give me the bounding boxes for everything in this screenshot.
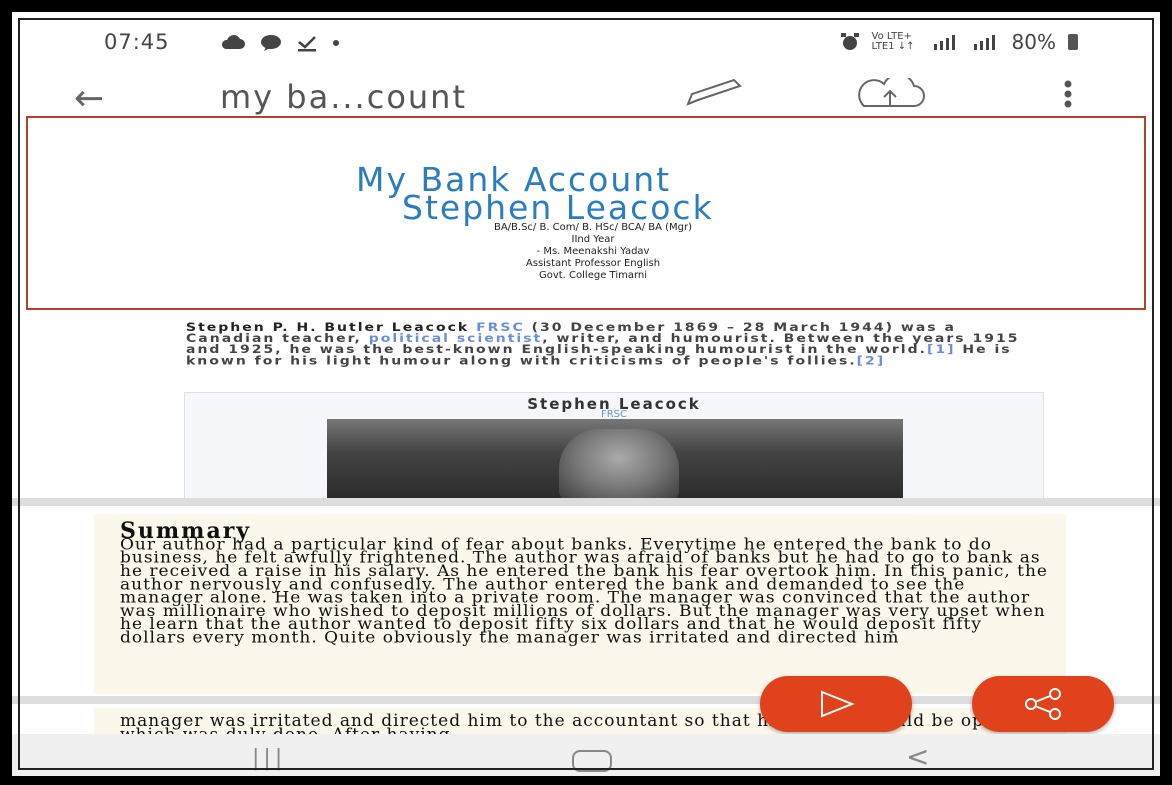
slide-summary[interactable]: Summary Our author had a particular kind… — [94, 514, 1066, 694]
bio-ref-1[interactable]: [1] — [927, 344, 956, 357]
signal-icon — [933, 35, 955, 50]
subtitle-line: BA/B.Sc/ B. Com/ B. HSc/ BCA/ BA (Mgr) — [493, 222, 693, 233]
nav-back-icon[interactable]: < — [906, 740, 929, 773]
edit-pencil-icon[interactable] — [680, 78, 750, 108]
document-title: my ba...count — [220, 78, 467, 116]
battery-percent: 80% — [1011, 30, 1056, 54]
notification-icons — [220, 34, 340, 52]
subtitle-line: Govt. College Timarni — [538, 270, 648, 281]
back-arrow-icon[interactable]: ← — [74, 78, 104, 119]
slide-divider — [12, 498, 1160, 506]
phone-screen: 07:45 Vo LTE+ LTE1 ↓↑ 80% ← my ba...coun… — [10, 10, 1162, 778]
recent-apps-icon[interactable]: ||| — [252, 746, 286, 771]
cloud-upload-icon[interactable] — [850, 78, 930, 110]
more-vert-icon[interactable] — [1062, 78, 1074, 110]
dot-icon — [333, 40, 339, 46]
slide-subtitle: BA/B.Sc/ B. Com/ B. HSc/ BCA/ BA (Mgr) I… — [418, 222, 768, 282]
slide-biography[interactable]: Stephen P. H. Butler Leacock FRSC (30 De… — [26, 312, 1160, 502]
biography-text: Stephen P. H. Butler Leacock FRSC (30 De… — [186, 322, 1046, 367]
alarm-icon — [840, 33, 859, 50]
subtitle-line: Assistant Professor English — [525, 258, 661, 269]
status-bar: 07:45 Vo LTE+ LTE1 ↓↑ 80% — [12, 28, 1160, 64]
bio-ref-2[interactable]: [2] — [857, 355, 886, 368]
subtitle-line: - Ms. Meenakshi Yadav — [536, 246, 650, 257]
network-label: Vo LTE+ LTE1 ↓↑ — [871, 31, 915, 52]
portrait-face — [559, 429, 679, 501]
slide-title[interactable]: My Bank Account Stephen Leacock BA/B.Sc/… — [26, 116, 1146, 310]
slide-title-line2: Stephen Leacock — [402, 188, 714, 227]
share-icon — [1025, 688, 1061, 720]
system-status: Vo LTE+ LTE1 ↓↑ 80% — [840, 30, 1078, 54]
share-button[interactable] — [972, 676, 1114, 732]
summary-body: Our author had a particular kind of fear… — [120, 535, 1048, 648]
home-icon[interactable] — [572, 750, 612, 772]
download-done-icon — [298, 36, 316, 52]
infobox: Stephen Leacock FRSC — [184, 392, 1044, 502]
play-icon — [821, 690, 855, 718]
portrait-image — [327, 419, 903, 501]
signal-2-icon — [973, 35, 995, 50]
play-slideshow-button[interactable] — [760, 676, 912, 732]
subtitle-line: IInd Year — [571, 234, 615, 245]
chat-icon — [261, 35, 281, 51]
system-navigation-bar: ||| < — [12, 734, 1160, 776]
battery-icon — [1068, 34, 1078, 50]
cloud-icon — [221, 35, 245, 49]
status-time: 07:45 — [104, 30, 170, 54]
slide-title-heading: My Bank Account Stephen Leacock — [356, 163, 714, 227]
